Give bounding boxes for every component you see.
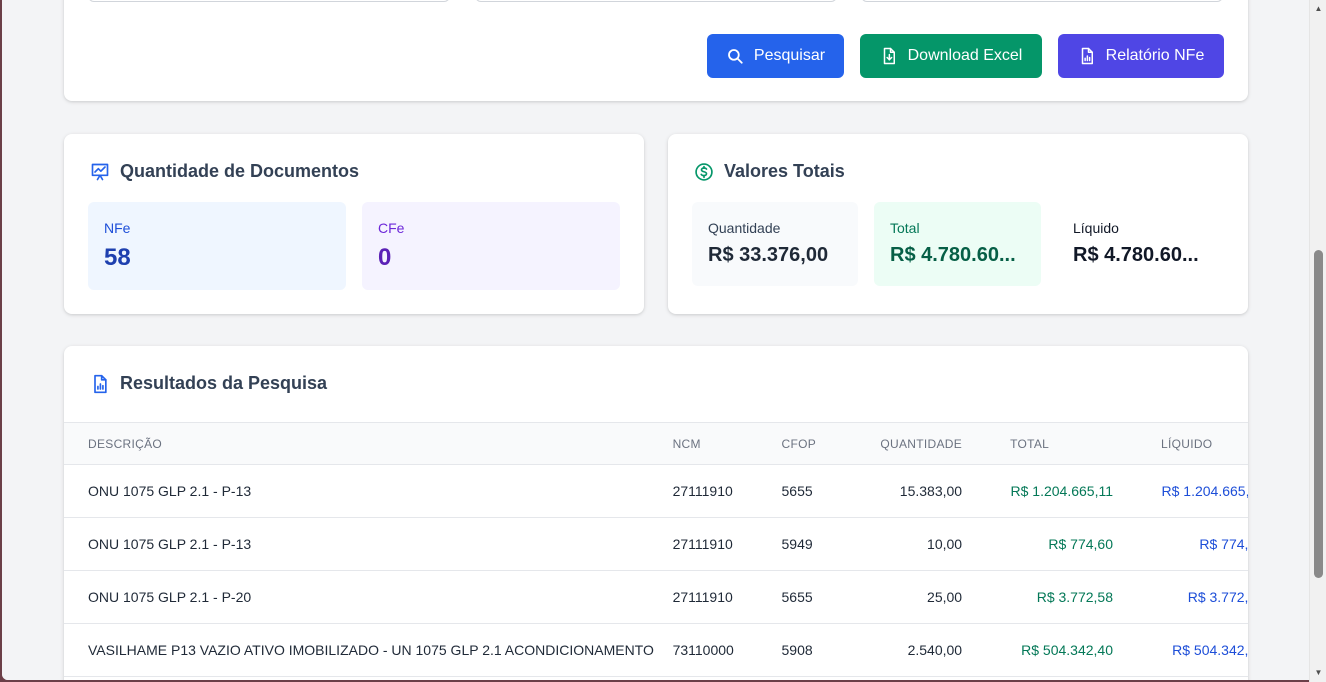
column-header-total[interactable]: TOTAL	[962, 423, 1113, 465]
cell-descricao: ONU 1075 GLP 2.1 - P-13	[88, 536, 252, 552]
filter-input-3[interactable]	[861, 0, 1223, 2]
nfe-report-button[interactable]: Relatório NFe	[1058, 34, 1224, 78]
results-card: Resultados da Pesquisa DESCRIÇÃO NCM CFO…	[64, 346, 1248, 680]
column-header-cfop[interactable]: CFOP	[782, 423, 841, 465]
cell-descricao: ONU 1075 GLP 2.1 - P-20	[88, 589, 252, 605]
cell-total: R$ 774,60	[1048, 536, 1113, 552]
download-excel-button[interactable]: Download Excel	[860, 34, 1042, 78]
quantity-value: R$ 33.376,00	[708, 244, 829, 266]
filter-card: Pesquisar Download Excel Relatório NFe	[64, 0, 1248, 101]
column-header-liquido[interactable]: LÍQUIDO	[1113, 423, 1248, 465]
cell-ncm: 27111910	[672, 536, 733, 552]
table-row[interactable]: ONU 1075 GLP 2.1 - P-13 27111910 5949 10…	[64, 518, 1248, 571]
cfe-label: CFe	[378, 220, 405, 236]
cell-liquido: R$ 3.772,58	[1187, 589, 1248, 605]
cell-cfop: 5908	[781, 642, 813, 658]
documents-count-card: Quantidade de Documentos NFe 58 CFe 0	[64, 134, 644, 314]
search-icon	[728, 49, 743, 64]
liquid-value: R$ 4.780.60...	[1073, 244, 1199, 266]
cell-total: R$ 504.342,40	[1021, 642, 1113, 658]
cfe-count-box: CFe 0	[362, 202, 620, 290]
cell-total: R$ 3.772,58	[1036, 589, 1113, 605]
totals-title-text: Valores Totais	[724, 161, 845, 181]
table-row[interactable]: ONU 1075 GLP 2.1 - P-13 27111910 5655 15…	[64, 465, 1248, 518]
nfe-count-box: NFe 58	[88, 202, 346, 290]
cell-ncm: 27111910	[672, 483, 733, 499]
filter-input-1[interactable]	[88, 0, 450, 2]
filter-input-2[interactable]	[475, 0, 837, 2]
file-download-icon	[883, 47, 895, 65]
cell-descricao: VASILHAME P13 VAZIO ATIVO IMOBILIZADO - …	[88, 642, 654, 658]
results-card-title: Resultados da Pesquisa	[90, 373, 327, 394]
nfe-report-label: Relatório NFe	[1105, 47, 1205, 64]
download-excel-label: Download Excel	[907, 47, 1023, 64]
cell-quantidade: 10,00	[927, 536, 963, 552]
scroll-down-arrow-icon[interactable]: ▼	[1310, 664, 1326, 680]
total-box: Total R$ 4.780.60...	[874, 202, 1041, 286]
cell-cfop: 5949	[781, 536, 813, 552]
vertical-scrollbar[interactable]: ▲ ▼	[1309, 0, 1326, 682]
cell-quantidade: 25,00	[927, 589, 963, 605]
cell-liquido: R$ 1.204.665,11	[1161, 483, 1249, 499]
cell-quantidade: 15.383,00	[899, 483, 963, 499]
search-button[interactable]: Pesquisar	[707, 34, 844, 78]
cell-liquido: R$ 504.342,40	[1172, 642, 1248, 658]
table-header-row: DESCRIÇÃO NCM CFOP QUANTIDADE TOTAL LÍQU…	[64, 422, 1248, 465]
report-file-icon	[1081, 47, 1093, 65]
cell-ncm: 27111910	[672, 589, 733, 605]
scroll-up-arrow-icon[interactable]: ▲	[1310, 0, 1326, 16]
cell-descricao: ONU 1075 GLP 2.1 - P-13	[88, 483, 252, 499]
cell-cfop: 5655	[781, 483, 813, 499]
scrollbar-thumb[interactable]	[1314, 250, 1323, 578]
results-title-text: Resultados da Pesquisa	[120, 373, 328, 393]
results-table: DESCRIÇÃO NCM CFOP QUANTIDADE TOTAL LÍQU…	[64, 422, 1248, 677]
cell-ncm: 73110000	[672, 642, 734, 658]
column-header-descricao[interactable]: DESCRIÇÃO	[64, 423, 673, 465]
document-chart-icon	[94, 374, 107, 393]
nfe-count: 58	[104, 244, 131, 271]
totals-card: Valores Totais Quantidade R$ 33.376,00 T…	[668, 134, 1248, 314]
search-button-label: Pesquisar	[753, 47, 826, 64]
quantity-box: Quantidade R$ 33.376,00	[692, 202, 858, 286]
column-header-quantidade[interactable]: QUANTIDADE	[841, 423, 962, 465]
table-row[interactable]: ONU 1075 GLP 2.1 - P-20 27111910 5655 25…	[64, 571, 1248, 624]
total-label: Total	[890, 220, 920, 236]
cell-quantidade: 2.540,00	[907, 642, 963, 658]
documents-card-title: Quantidade de Documentos	[90, 161, 359, 182]
cell-total: R$ 1.204.665,11	[1010, 483, 1114, 499]
results-table-wrapper[interactable]: DESCRIÇÃO NCM CFOP QUANTIDADE TOTAL LÍQU…	[64, 422, 1248, 677]
totals-card-title: Valores Totais	[694, 161, 845, 182]
cfe-count: 0	[378, 244, 392, 271]
browser-viewport: Pesquisar Download Excel Relatório NFe Q…	[2, 0, 1309, 680]
cell-liquido: R$ 774,60	[1199, 536, 1248, 552]
cell-cfop: 5655	[781, 589, 813, 605]
quantity-label: Quantidade	[708, 220, 781, 236]
documents-title-text: Quantidade de Documentos	[120, 161, 360, 181]
liquid-label: Líquido	[1073, 220, 1119, 236]
table-row[interactable]: VASILHAME P13 VAZIO ATIVO IMOBILIZADO - …	[64, 624, 1248, 677]
chart-presentation-icon	[91, 163, 109, 180]
total-value: R$ 4.780.60...	[890, 244, 1016, 266]
dollar-circle-icon	[695, 162, 713, 181]
column-header-ncm[interactable]: NCM	[673, 423, 782, 465]
liquid-box: Líquido R$ 4.780.60...	[1057, 202, 1224, 286]
nfe-label: NFe	[104, 220, 131, 236]
